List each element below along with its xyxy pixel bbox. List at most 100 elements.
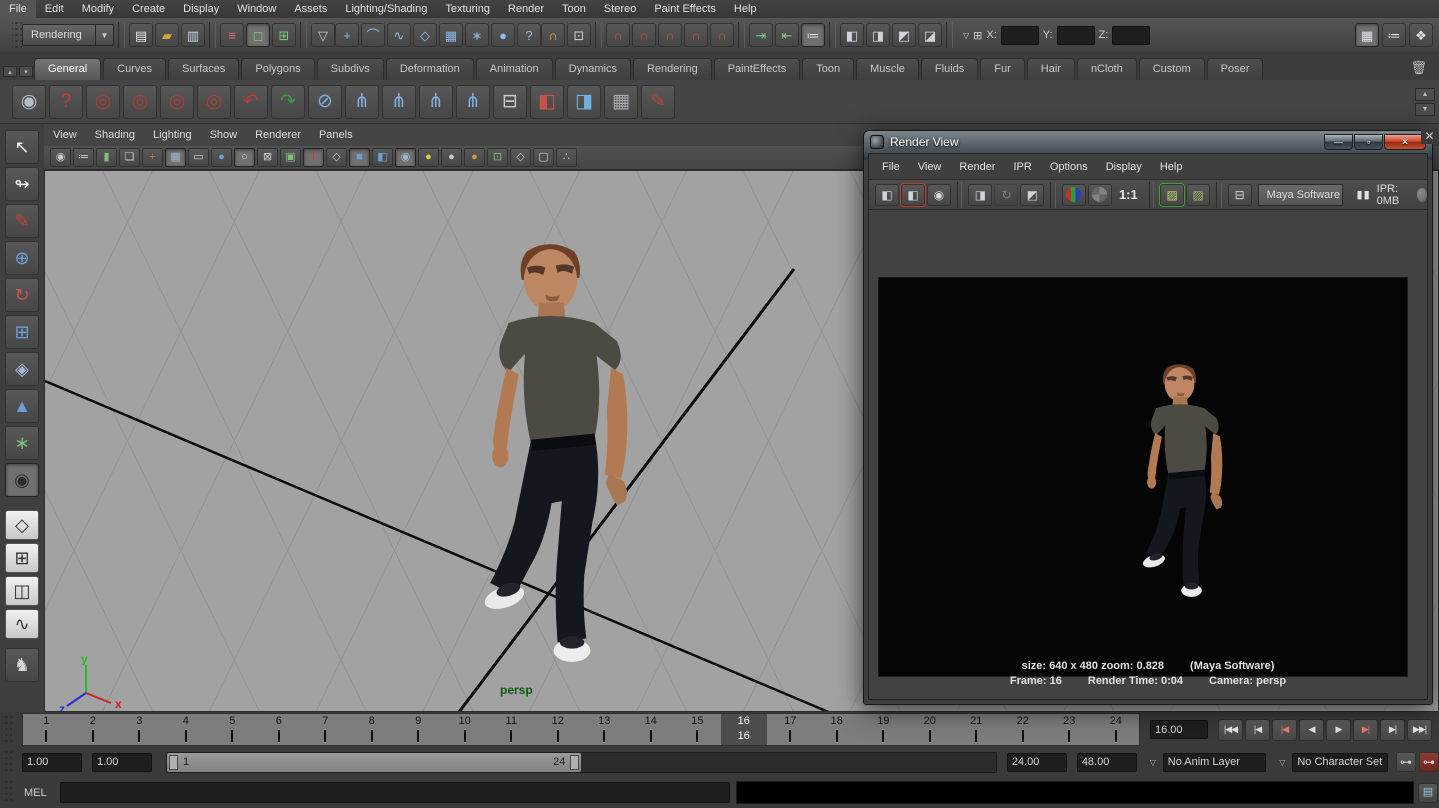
plugin-shading-icon[interactable]: ∴ [556, 148, 577, 167]
tab-fluids[interactable]: Fluids [921, 58, 978, 80]
panel-menu-show[interactable]: Show [201, 126, 247, 144]
close-icon[interactable]: ✕ [1421, 127, 1438, 144]
smooth-shade-icon[interactable]: ■ [349, 148, 370, 167]
output-connections-icon[interactable]: ⇤ [775, 23, 799, 47]
tab-toon[interactable]: Toon [802, 58, 854, 80]
open-scene-icon[interactable]: ▰ [155, 23, 179, 47]
animation-start-field[interactable] [22, 753, 82, 772]
script-editor-icon[interactable]: ▤ [1418, 783, 1438, 803]
occlusion-icon[interactable]: ● [464, 148, 485, 167]
y-coordinate-field[interactable] [1057, 26, 1095, 45]
maximize-button[interactable]: ▫ [1354, 134, 1383, 150]
timeline-frame[interactable]: 24 [1093, 714, 1140, 745]
divider[interactable] [595, 22, 602, 48]
help-line-icon[interactable]: ? [49, 85, 83, 119]
timeline-frame[interactable]: 21 [953, 714, 1000, 745]
highlight-selection-icon[interactable]: ⊡ [567, 23, 591, 47]
timeline-frame[interactable]: 4 [163, 714, 210, 745]
step-forward-key-button[interactable]: ▶| [1353, 719, 1378, 741]
panel-menu-panels[interactable]: Panels [310, 126, 362, 144]
timeline-frame[interactable]: 12 [535, 714, 582, 745]
timeline-frame[interactable]: 17 [767, 714, 814, 745]
character-set-selector[interactable]: No Character Set [1292, 753, 1388, 772]
menu-render[interactable]: Render [499, 0, 553, 18]
gate-mask-icon[interactable]: ○ [234, 148, 255, 167]
menu-paint-effects[interactable]: Paint Effects [645, 0, 725, 18]
timeline-frame[interactable]: 5 [209, 714, 256, 745]
set-key-icon[interactable]: ⊶ [1396, 752, 1416, 772]
range-slider-track[interactable]: 1 24 [166, 752, 997, 773]
snap-to-projected-center-icon[interactable]: ∩ [684, 23, 708, 47]
tab-muscle[interactable]: Muscle [856, 58, 919, 80]
new-scene-icon[interactable]: ▤ [129, 23, 153, 47]
menu-create[interactable]: Create [123, 0, 174, 18]
menu-toon[interactable]: Toon [553, 0, 595, 18]
render-current-frame-icon[interactable]: ◨ [866, 23, 890, 47]
mask-dynamics-icon[interactable]: ∗ [465, 23, 489, 47]
four-pane-layout-icon[interactable]: ⊞ [5, 543, 39, 573]
z-coordinate-field[interactable] [1112, 26, 1150, 45]
playback-end-field[interactable] [1007, 753, 1067, 772]
mask-expand-icon[interactable]: ▽ [311, 23, 335, 47]
paint-tool-icon[interactable]: ✎ [641, 85, 675, 119]
timeline-frame[interactable]: 9 [395, 714, 442, 745]
image-plane-icon[interactable]: ❏ [119, 148, 140, 167]
range-start-handle[interactable] [169, 755, 178, 770]
auto-keyframe-icon[interactable]: ⊶ [1419, 752, 1439, 772]
input-connections-icon[interactable]: ⇥ [749, 23, 773, 47]
select-object-icon[interactable]: ◻ [246, 23, 270, 47]
tool-settings-icon[interactable]: ≔ [1382, 23, 1406, 47]
rv-menu-options[interactable]: Options [1041, 158, 1097, 176]
save-scene-icon[interactable]: ▥ [181, 23, 205, 47]
shelf-scroll-down-icon[interactable]: ▼ [1415, 103, 1435, 116]
menu-set-selector[interactable]: Rendering ▼ [22, 24, 114, 46]
keep-image-icon[interactable]: ▨ [1160, 184, 1184, 206]
camera-dolly-icon[interactable]: ◎ [160, 85, 194, 119]
go-to-end-button[interactable]: ▶▶| [1407, 719, 1432, 741]
timeline-frame[interactable]: 14 [628, 714, 675, 745]
character-model[interactable] [447, 237, 652, 667]
divider[interactable] [946, 22, 953, 48]
chevron-down-icon[interactable]: ▽ [963, 31, 969, 40]
step-forward-frame-button[interactable]: ▶| [1380, 719, 1405, 741]
snap-to-grid-icon[interactable]: ∩ [606, 23, 630, 47]
wireframe-on-shaded-icon[interactable]: ◇ [510, 148, 531, 167]
display-real-size-button[interactable]: 1:1 [1114, 187, 1143, 202]
mask-curves-icon[interactable]: ∿ [387, 23, 411, 47]
timeline-frame[interactable]: 6 [256, 714, 303, 745]
lasso-tool-icon[interactable]: ↬ [5, 167, 39, 201]
parent-icon[interactable]: ⋔ [419, 85, 453, 119]
region-render-icon[interactable]: ◩ [1020, 184, 1044, 206]
node-editor-icon[interactable]: ⊟ [493, 85, 527, 119]
ipr-render-icon[interactable]: ◨ [968, 184, 992, 206]
renderer-selector[interactable]: Maya Software [1258, 184, 1343, 206]
section-grip[interactable] [12, 18, 22, 52]
open-render-view-icon[interactable]: ◧ [840, 23, 864, 47]
render-settings-dialog-icon[interactable]: ⊟ [1228, 184, 1252, 206]
redo-icon[interactable]: ↷ [271, 85, 305, 119]
step-back-frame-button[interactable]: |◀ [1245, 719, 1270, 741]
maya-logo-icon[interactable]: ♞ [5, 648, 39, 682]
tab-surfaces[interactable]: Surfaces [168, 58, 239, 80]
step-back-key-button[interactable]: |◀ [1272, 719, 1297, 741]
divider[interactable] [738, 22, 745, 48]
rgb-channels-icon[interactable]: ● [1062, 184, 1086, 206]
render-settings-icon[interactable]: ◪ [918, 23, 942, 47]
tab-dynamics[interactable]: Dynamics [555, 58, 631, 80]
tab-general[interactable]: General [34, 58, 101, 80]
mask-misc-icon[interactable]: ? [517, 23, 541, 47]
group-icon[interactable]: ⋔ [345, 85, 379, 119]
single-pane-layout-icon[interactable]: ◇ [5, 510, 39, 540]
ungroup-icon[interactable]: ⋔ [382, 85, 416, 119]
section-grip[interactable] [2, 777, 12, 805]
scale-tool-icon[interactable]: ⊞ [5, 315, 39, 349]
camera-attributes-icon[interactable]: ≔ [73, 148, 94, 167]
camera-zoom-icon[interactable]: ◎ [197, 85, 231, 119]
rv-menu-file[interactable]: File [873, 158, 909, 176]
current-time-field[interactable] [1150, 720, 1208, 739]
section-grip[interactable] [2, 747, 12, 775]
timeline-frame[interactable]: 13 [581, 714, 628, 745]
timeline-frame[interactable]: 11 [488, 714, 535, 745]
snap-to-view-plane-icon[interactable]: ∩ [710, 23, 734, 47]
timeline-frame[interactable]: 20 [907, 714, 954, 745]
